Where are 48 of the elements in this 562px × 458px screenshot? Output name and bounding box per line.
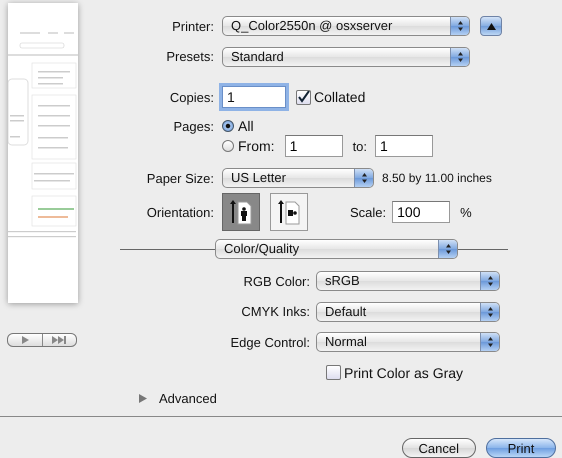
printer-popup[interactable]: Q_Color2550n @ osxserver	[222, 16, 470, 36]
setting-label: Edge Control:	[230, 334, 311, 350]
disclosure-triangle-icon	[139, 394, 147, 402]
to-label: to:	[352, 138, 368, 154]
printer-label: Printer:	[171, 18, 215, 34]
stepper-arrows-icon	[360, 172, 368, 184]
collated-checkbox[interactable]: Collated	[296, 89, 366, 105]
stepper-arrows-icon	[456, 50, 464, 62]
print-button[interactable]: Print	[486, 438, 556, 458]
stepper-arrows-icon	[444, 243, 452, 255]
paper-size-popup[interactable]: US Letter	[222, 168, 374, 188]
copies-label: Copies:	[168, 90, 215, 104]
paper-dimensions: 8.50 by 11.00 inches	[382, 171, 492, 185]
expand-button[interactable]	[480, 16, 502, 36]
copies-field[interactable]: 1	[222, 86, 286, 108]
checkmark-icon	[297, 90, 310, 104]
scale-label: Scale:	[350, 204, 386, 220]
setting-label: CMYK Inks:	[240, 304, 311, 320]
play-icon	[20, 336, 29, 344]
radio-button[interactable]: All	[222, 118, 254, 134]
portrait-orientation-button[interactable]	[222, 193, 260, 231]
stepper-arrows-icon	[486, 275, 494, 288]
setting-label: RGB Color:	[242, 274, 311, 289]
presets-label: Presets:	[165, 49, 215, 64]
scale-field[interactable]: 100	[392, 201, 450, 223]
setting-popup[interactable]: Default	[316, 302, 500, 322]
triangle-icon	[486, 22, 496, 30]
paper-size-label: Paper Size:	[146, 170, 215, 186]
skip-to-end-icon	[52, 336, 67, 344]
setting-popup[interactable]: sRGB	[316, 271, 500, 292]
orientation-label: Orientation:	[146, 204, 215, 220]
percent-label: %	[460, 204, 472, 220]
panel-popup[interactable]: Color/Quality	[215, 239, 458, 259]
pages-label: Pages:	[172, 118, 215, 134]
stepper-arrows-icon	[486, 306, 494, 318]
stepper-arrows-icon	[456, 20, 464, 32]
print-option-checkbox[interactable]: Print Color as Gray	[326, 364, 464, 381]
cancel-button[interactable]: Cancel	[402, 438, 476, 458]
presets-popup[interactable]: Standard	[222, 46, 470, 66]
setting-popup[interactable]: Normal	[316, 332, 500, 352]
stepper-arrows-icon	[486, 336, 494, 348]
radio-button[interactable]: From:	[222, 138, 275, 154]
to-page-field[interactable]: 1	[375, 135, 434, 157]
portrait-page-icon	[230, 199, 252, 225]
advanced-disclosure[interactable]: Advanced	[139, 389, 217, 407]
landscape-page-icon	[278, 199, 300, 225]
from-page-field[interactable]: 1	[284, 135, 343, 157]
landscape-orientation-button[interactable]	[270, 193, 308, 231]
